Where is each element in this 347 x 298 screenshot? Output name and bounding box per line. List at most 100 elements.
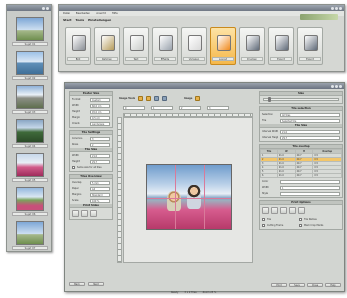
thumbnail[interactable]: Sujet 06 [12, 185, 48, 219]
tool-button[interactable]: Vorlagen [181, 27, 207, 65]
field-input[interactable]: 60.0 cm [90, 103, 110, 108]
slider-knob[interactable] [268, 97, 271, 102]
menu-item[interactable]: Datei [63, 12, 70, 15]
coordinate-field[interactable]: 1 [151, 106, 173, 110]
tab[interactable]: Start [63, 18, 72, 22]
menu-item[interactable]: Hilfe [112, 12, 118, 15]
coordinate-field[interactable]: 3 [207, 106, 229, 110]
field-input[interactable]: 29.7 [280, 135, 340, 140]
close-icon[interactable] [46, 6, 49, 10]
back-button[interactable]: Back [69, 282, 85, 286]
align-right-icon[interactable] [280, 207, 287, 214]
thumbnail-image[interactable] [16, 17, 44, 41]
dialog-button[interactable]: Print [271, 283, 287, 287]
field-label: Paper [72, 187, 79, 190]
same-size-checkbox[interactable] [72, 166, 75, 169]
page-quad-icon[interactable] [90, 210, 97, 217]
image-icon[interactable] [195, 95, 201, 101]
size-slider[interactable] [263, 97, 339, 102]
thumbnail-image[interactable] [16, 51, 44, 75]
tile-names-checkbox[interactable] [299, 218, 302, 221]
maximize-icon[interactable] [335, 6, 338, 10]
align-center-icon[interactable] [271, 207, 278, 214]
thumbnail[interactable]: Sujet 04 [12, 117, 48, 151]
tool-button[interactable]: Bild [65, 27, 91, 65]
tool-button[interactable]: Drucken [239, 27, 265, 65]
image-label: Image [184, 96, 193, 100]
thumbnail[interactable]: Sujet 03 [12, 83, 48, 117]
thumbnail-list: Sujet 01 Sujet 02 Sujet 03 Sujet 04 Sujet 05… [12, 15, 48, 253]
field-input[interactable]: 29.7 [90, 159, 110, 164]
field-input[interactable]: 21.0 [280, 129, 340, 134]
thumbnail-image[interactable] [16, 187, 44, 211]
field-input[interactable] [280, 179, 340, 184]
field-input[interactable]: 0.5 cm [90, 115, 110, 120]
same-size-checkbox-row[interactable]: Same size for all tiles [72, 165, 110, 170]
tile-guide-horizontal[interactable] [147, 198, 231, 199]
field-input[interactable]: 2 [90, 142, 110, 147]
thumbnail[interactable]: Sujet 02 [12, 49, 48, 83]
menu-item[interactable]: Bearbeiten [76, 12, 90, 15]
grid-icon[interactable] [289, 207, 296, 214]
field-input[interactable]: 3 [90, 136, 110, 141]
table-row[interactable]: 6 21.0 29.7 0.5 [260, 173, 342, 178]
thumbnail-image[interactable] [16, 119, 44, 143]
thumbnail[interactable]: Sujet 05 [12, 151, 48, 185]
tab[interactable]: Einstellungen [88, 18, 111, 22]
tool-button-label: Bild [67, 57, 89, 61]
field-input[interactable]: A4 [90, 186, 110, 191]
close-icon[interactable] [339, 6, 342, 10]
field-label: Orient. [72, 122, 81, 125]
maximize-icon[interactable] [335, 84, 338, 88]
field-input[interactable]: Standard [90, 192, 110, 197]
close-icon[interactable] [339, 84, 342, 88]
tile-checkbox[interactable] [262, 218, 265, 221]
thumbnail-image[interactable] [16, 221, 44, 245]
cutting-frame-checkbox[interactable] [262, 224, 265, 227]
fit-icon[interactable] [154, 95, 159, 101]
page-double-icon[interactable] [81, 210, 88, 217]
tool-button[interactable]: Export [297, 27, 323, 65]
thumbnail[interactable]: Sujet 01 [12, 15, 48, 49]
field-input[interactable]: 45.0 cm [90, 109, 110, 114]
field-input[interactable]: 100 % [90, 198, 110, 203]
dialog-button[interactable]: Save [289, 283, 305, 287]
field-input[interactable]: 5 mm [90, 180, 110, 185]
thumbnail[interactable]: Sujet 07 [12, 219, 48, 253]
tool-button[interactable]: Text [123, 27, 149, 65]
crop-marks-checkbox[interactable] [299, 224, 302, 227]
poster-canvas[interactable] [123, 117, 253, 263]
field-input[interactable]: Selected tile [280, 118, 340, 123]
poster-photo[interactable] [146, 164, 232, 230]
field-input[interactable] [280, 191, 340, 196]
field-input[interactable]: Landscape [90, 121, 110, 126]
page-single-icon[interactable] [72, 210, 79, 217]
tool-button[interactable]: Layout [210, 27, 236, 65]
cut-icon[interactable] [298, 207, 305, 214]
coordinate-field[interactable]: 0 [123, 106, 145, 110]
align-left-icon[interactable] [262, 207, 269, 214]
dialog-button[interactable]: Close [307, 283, 323, 287]
thumbnail-image[interactable] [16, 85, 44, 109]
zoom-in-icon[interactable] [138, 95, 143, 101]
zoom-out-icon[interactable] [146, 95, 151, 101]
field-input[interactable]: 21.0 [90, 153, 110, 158]
minimize-icon[interactable] [42, 6, 45, 10]
minimize-icon[interactable] [331, 6, 334, 10]
field-input[interactable]: 1 [280, 185, 340, 190]
coordinate-field[interactable]: 2 [179, 106, 201, 110]
field-input[interactable]: Custom [90, 97, 110, 102]
thumbnail-image[interactable] [16, 153, 44, 177]
tool-button[interactable]: Export [268, 27, 294, 65]
tool-button[interactable]: Rahmen [94, 27, 120, 65]
menu-item[interactable]: Ansicht [96, 12, 106, 15]
minimize-icon[interactable] [331, 84, 334, 88]
field-label: Scale [72, 199, 79, 202]
rotate-icon[interactable] [162, 95, 167, 101]
field-input[interactable]: All tiles [280, 112, 340, 117]
tab[interactable]: Tools [76, 18, 85, 22]
next-button[interactable]: Next [88, 282, 104, 286]
dialog-button[interactable]: Help [325, 283, 341, 287]
table-cell: 29.7 [294, 173, 314, 178]
tool-button[interactable]: Effekte [152, 27, 178, 65]
